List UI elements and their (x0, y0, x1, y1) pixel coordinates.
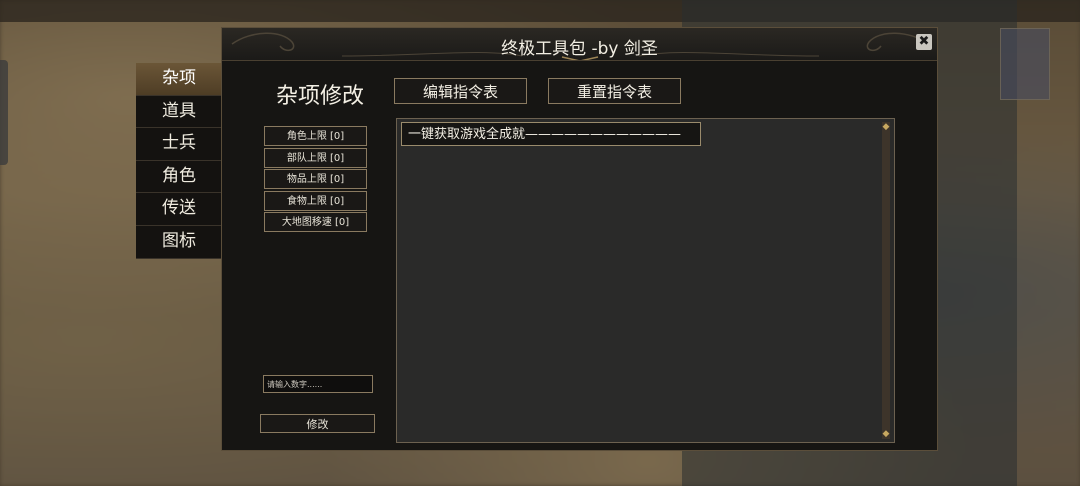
category-tab-menu: 杂项 道具 士兵 角色 传送 图标 (136, 63, 222, 259)
scroll-down-icon[interactable]: ◆ (881, 429, 891, 439)
section-title: 杂项修改 (276, 84, 365, 109)
dialog-titlebar: 终极工具包 -by 剑圣 ✖ (222, 28, 937, 61)
food-limit-button[interactable]: 食物上限 [0] (264, 190, 367, 211)
tab-icons[interactable]: 图标 (136, 225, 222, 259)
number-input[interactable] (263, 375, 373, 393)
dialog-title: 终极工具包 -by 剑圣 (501, 39, 658, 59)
character-limit-button[interactable]: 角色上限 [0] (264, 126, 367, 146)
tab-soldiers[interactable]: 士兵 (136, 128, 222, 161)
item-limit-button[interactable]: 物品上限 [0] (264, 169, 367, 190)
command-list-panel: 一键获取游戏全成就———————————— ◆ ◆ (396, 118, 895, 443)
edit-command-table-button[interactable]: 编辑指令表 (394, 78, 527, 104)
game-side-handle (0, 60, 8, 165)
tab-misc[interactable]: 杂项 (136, 63, 222, 96)
tab-teleport[interactable]: 传送 (136, 193, 222, 226)
toolkit-dialog: 终极工具包 -by 剑圣 ✖ 杂项修改 编辑指令表 重置指令表 角色上限 [0]… (221, 27, 938, 451)
reset-command-table-button[interactable]: 重置指令表 (548, 78, 681, 104)
modify-button[interactable]: 修改 (260, 414, 375, 433)
game-portrait-frame (1000, 28, 1050, 100)
tab-items[interactable]: 道具 (136, 95, 222, 129)
tab-characters[interactable]: 角色 (136, 160, 222, 194)
vertical-scrollbar[interactable]: ◆ ◆ (882, 122, 890, 439)
world-map-speed-button[interactable]: 大地图移速 [0] (264, 212, 367, 233)
close-button[interactable]: ✖ (916, 34, 932, 50)
command-item[interactable]: 一键获取游戏全成就———————————— (401, 122, 701, 146)
scroll-up-icon[interactable]: ◆ (881, 122, 891, 132)
troop-limit-button[interactable]: 部队上限 [0] (264, 147, 367, 168)
limit-options-list: 角色上限 [0] 部队上限 [0] 物品上限 [0] 食物上限 [0] 大地图移… (264, 126, 367, 234)
